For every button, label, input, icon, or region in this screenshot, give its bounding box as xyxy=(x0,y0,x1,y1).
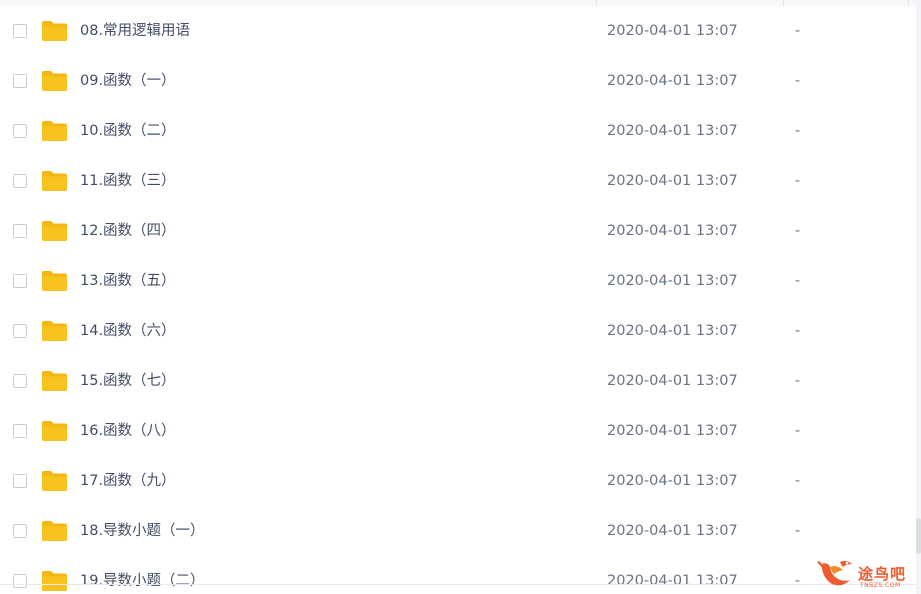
file-row[interactable]: 18.导数小题（一） 2020-04-01 13:07 - xyxy=(0,507,921,557)
folder-icon xyxy=(42,121,67,141)
modified-date: 2020-04-01 13:07 xyxy=(607,23,738,39)
file-row[interactable]: 10.函数（二） 2020-04-01 13:07 - xyxy=(0,107,921,157)
column-divider[interactable] xyxy=(596,0,597,6)
file-row[interactable]: 15.函数（七） 2020-04-01 13:07 - xyxy=(0,357,921,407)
watermark: 途鸟吧 TNBZS.COM xyxy=(816,556,916,590)
file-row[interactable]: 17.函数（九） 2020-04-01 13:07 - xyxy=(0,457,921,507)
file-name[interactable]: 18.导数小题（一） xyxy=(80,522,205,540)
file-size: - xyxy=(795,423,801,439)
file-size: - xyxy=(795,523,801,539)
row-checkbox[interactable] xyxy=(13,124,27,138)
row-checkbox[interactable] xyxy=(13,74,27,88)
file-size: - xyxy=(795,73,801,89)
watermark-text: 途鸟吧 xyxy=(858,565,907,583)
file-size: - xyxy=(795,123,801,139)
modified-date: 2020-04-01 13:07 xyxy=(607,123,738,139)
modified-date: 2020-04-01 13:07 xyxy=(607,273,738,289)
file-name[interactable]: 19.导数小题（二） xyxy=(80,572,205,590)
file-row[interactable]: 11.函数（三） 2020-04-01 13:07 - xyxy=(0,157,921,207)
file-size: - xyxy=(795,273,801,289)
modified-date: 2020-04-01 13:07 xyxy=(607,73,738,89)
watermark-domain: TNBZS.COM xyxy=(860,582,901,589)
file-size: - xyxy=(795,223,801,239)
column-divider[interactable] xyxy=(783,0,784,6)
folder-icon xyxy=(42,571,67,591)
file-row[interactable]: 08.常用逻辑用语 2020-04-01 13:07 - xyxy=(0,7,921,57)
folder-icon xyxy=(42,421,67,441)
modified-date: 2020-04-01 13:07 xyxy=(607,473,738,489)
folder-icon xyxy=(42,521,67,541)
column-divider[interactable] xyxy=(908,0,909,6)
file-name[interactable]: 13.函数（五） xyxy=(80,272,176,290)
file-browser: 08.常用逻辑用语 2020-04-01 13:07 - 09.函数（一） 20… xyxy=(0,0,921,594)
file-name[interactable]: 11.函数（三） xyxy=(80,172,176,190)
file-size: - xyxy=(795,373,801,389)
row-checkbox[interactable] xyxy=(13,274,27,288)
file-row[interactable]: 14.函数（六） 2020-04-01 13:07 - xyxy=(0,307,921,357)
file-list: 08.常用逻辑用语 2020-04-01 13:07 - 09.函数（一） 20… xyxy=(0,7,921,594)
file-size: - xyxy=(795,473,801,489)
file-row[interactable]: 16.函数（八） 2020-04-01 13:07 - xyxy=(0,407,921,457)
folder-icon xyxy=(42,471,67,491)
file-row[interactable]: 13.函数（五） 2020-04-01 13:07 - xyxy=(0,257,921,307)
folder-icon xyxy=(42,221,67,241)
row-checkbox[interactable] xyxy=(13,224,27,238)
file-size: - xyxy=(795,23,801,39)
scrollbar-thumb[interactable] xyxy=(916,518,921,554)
file-size: - xyxy=(795,173,801,189)
folder-icon xyxy=(42,21,67,41)
modified-date: 2020-04-01 13:07 xyxy=(607,223,738,239)
folder-icon xyxy=(42,71,67,91)
row-checkbox[interactable] xyxy=(13,474,27,488)
folder-icon xyxy=(42,321,67,341)
file-name[interactable]: 16.函数（八） xyxy=(80,422,176,440)
modified-date: 2020-04-01 13:07 xyxy=(607,323,738,339)
file-name[interactable]: 15.函数（七） xyxy=(80,372,176,390)
row-checkbox[interactable] xyxy=(13,574,27,588)
file-name[interactable]: 09.函数（一） xyxy=(80,72,176,90)
file-name[interactable]: 12.函数（四） xyxy=(80,222,176,240)
row-checkbox[interactable] xyxy=(13,524,27,538)
list-bottom-divider xyxy=(0,584,921,585)
file-size: - xyxy=(795,323,801,339)
file-size: - xyxy=(795,573,801,589)
bird-logo-icon xyxy=(817,560,852,586)
row-checkbox[interactable] xyxy=(13,24,27,38)
row-checkbox[interactable] xyxy=(13,324,27,338)
file-name[interactable]: 14.函数（六） xyxy=(80,322,176,340)
modified-date: 2020-04-01 13:07 xyxy=(607,423,738,439)
row-checkbox[interactable] xyxy=(13,424,27,438)
file-name[interactable]: 08.常用逻辑用语 xyxy=(80,22,190,40)
column-header-strip xyxy=(0,0,921,6)
folder-icon xyxy=(42,271,67,291)
file-row[interactable]: 09.函数（一） 2020-04-01 13:07 - xyxy=(0,57,921,107)
modified-date: 2020-04-01 13:07 xyxy=(607,373,738,389)
file-row[interactable]: 19.导数小题（二） 2020-04-01 13:07 - xyxy=(0,557,921,594)
row-checkbox[interactable] xyxy=(13,174,27,188)
scrollbar-track[interactable] xyxy=(916,0,921,594)
modified-date: 2020-04-01 13:07 xyxy=(607,173,738,189)
folder-icon xyxy=(42,371,67,391)
folder-icon xyxy=(42,171,67,191)
row-checkbox[interactable] xyxy=(13,374,27,388)
file-name[interactable]: 17.函数（九） xyxy=(80,472,176,490)
file-name[interactable]: 10.函数（二） xyxy=(80,122,176,140)
modified-date: 2020-04-01 13:07 xyxy=(607,573,738,589)
file-row[interactable]: 12.函数（四） 2020-04-01 13:07 - xyxy=(0,207,921,257)
modified-date: 2020-04-01 13:07 xyxy=(607,523,738,539)
